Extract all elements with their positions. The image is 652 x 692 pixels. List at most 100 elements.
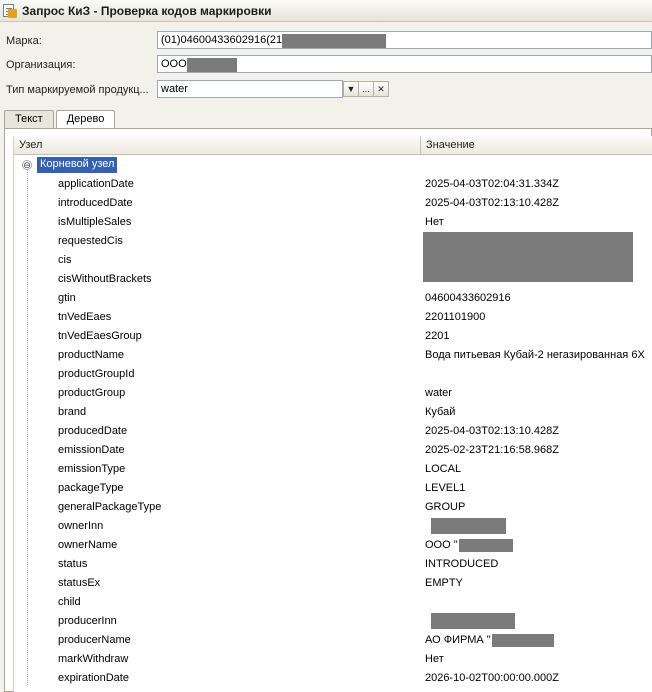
tree-row[interactable]: emissionType LOCAL: [14, 460, 652, 479]
node-name: cis: [58, 254, 72, 266]
node-value: 04600433602916: [425, 292, 511, 304]
chevron-down-icon: ▼: [346, 84, 356, 94]
node-value: АО ФИРМА ": [425, 634, 652, 647]
node-value: Вода питьевая Кубай-2 негазированная 6Х: [425, 349, 645, 361]
column-header-node[interactable]: Узел: [14, 136, 421, 155]
root-node-label: Корневой узел: [37, 157, 118, 173]
redacted-block: [431, 518, 506, 534]
node-value: 2025-04-03T02:13:10.428Z: [425, 425, 559, 437]
tree-row[interactable]: emissionDate 2025-02-23T21:16:58.968Z: [14, 441, 652, 460]
tree-row[interactable]: productGroup water: [14, 384, 652, 403]
node-name: isMultipleSales: [58, 216, 132, 228]
node-value: Нет: [425, 653, 444, 665]
node-value: water: [425, 387, 452, 399]
marka-label: Марка:: [6, 35, 42, 47]
tree-panel: Узел Значение ⊖ Корневой узел applicatio…: [4, 128, 652, 692]
tree-row[interactable]: brand Кубай: [14, 403, 652, 422]
redacted-cis-values: [423, 232, 633, 282]
tree-row[interactable]: productGroupId: [14, 365, 652, 384]
node-name: markWithdraw: [58, 653, 129, 665]
tree-row[interactable]: producerName АО ФИРМА ": [14, 631, 652, 650]
node-value: LEVEL1: [425, 482, 466, 494]
node-name: expirationDate: [58, 672, 129, 684]
node-name: productGroupId: [58, 368, 135, 380]
clear-button[interactable]: ✕: [373, 81, 389, 97]
tab-tree[interactable]: Дерево: [55, 110, 116, 130]
node-name: cisWithoutBrackets: [58, 273, 152, 285]
node-value: 2025-02-23T21:16:58.968Z: [425, 444, 559, 456]
node-value: 2201: [425, 330, 450, 342]
tree-row[interactable]: ownerInn: [14, 517, 652, 536]
column-header-value[interactable]: Значение: [421, 136, 652, 155]
close-icon: ✕: [377, 84, 385, 94]
marka-field[interactable]: (01)04600433602916(21: [157, 31, 652, 49]
tree-row[interactable]: packageType LEVEL1: [14, 479, 652, 498]
node-name: introducedDate: [58, 197, 133, 209]
node-name: ownerName: [58, 539, 118, 551]
tree-row[interactable]: tnVedEaes 2201101900: [14, 308, 652, 327]
tree-row[interactable]: generalPackageType GROUP: [14, 498, 652, 517]
node-name: brand: [58, 406, 87, 418]
tree-root-row[interactable]: ⊖ Корневой узел: [14, 156, 652, 175]
node-value: ООО ": [425, 539, 652, 552]
node-value: INTRODUCED: [425, 558, 499, 570]
tree-row[interactable]: statusEx EMPTY: [14, 574, 652, 593]
product-type-value: water: [161, 83, 188, 95]
tree-row[interactable]: child: [14, 593, 652, 612]
redacted-block: [458, 539, 513, 552]
node-value: LOCAL: [425, 463, 462, 475]
redacted-block: [431, 613, 515, 629]
node-name: tnVedEaesGroup: [58, 330, 142, 342]
window-title: Запрос КиЗ - Проверка кодов маркировки: [22, 3, 272, 18]
node-name: producerName: [58, 634, 131, 646]
node-value: EMPTY: [425, 577, 463, 589]
tree-row[interactable]: markWithdraw Нет: [14, 650, 652, 669]
tab-text[interactable]: Текст: [4, 110, 54, 129]
node-name: generalPackageType: [58, 501, 162, 513]
grid-header: Узел Значение: [14, 136, 652, 155]
tree-row[interactable]: expirationDate 2026-10-02T00:00:00.000Z: [14, 669, 652, 688]
document-request-icon: [2, 3, 18, 19]
node-name: productName: [58, 349, 125, 361]
tree-row[interactable]: introducedDate 2025-04-03T02:13:10.428Z: [14, 194, 652, 213]
node-name: packageType: [58, 482, 124, 494]
node-value: GROUP: [425, 501, 466, 513]
node-name: tnVedEaes: [58, 311, 112, 323]
window-titlebar: Запрос КиЗ - Проверка кодов маркировки: [0, 0, 652, 22]
node-name: status: [58, 558, 88, 570]
redacted-block: [282, 34, 387, 48]
tree-grid: Узел Значение ⊖ Корневой узел applicatio…: [13, 136, 652, 692]
tree-row[interactable]: gtin 04600433602916: [14, 289, 652, 308]
node-value: Кубай: [425, 406, 456, 418]
tree-row[interactable]: producedDate 2025-04-03T02:13:10.428Z: [14, 422, 652, 441]
tree-row[interactable]: tnVedEaesGroup 2201: [14, 327, 652, 346]
tree-row[interactable]: isMultipleSales Нет: [14, 213, 652, 232]
product-type-label: Тип маркируемой продукц...: [6, 84, 149, 96]
node-name: gtin: [58, 292, 76, 304]
product-type-field[interactable]: water: [157, 80, 343, 98]
tree-row[interactable]: productName Вода питьевая Кубай-2 негазир…: [14, 346, 652, 365]
node-name: child: [58, 596, 81, 608]
ellipsis-icon: ...: [362, 84, 370, 94]
node-name: emissionDate: [58, 444, 125, 456]
node-value: 2025-04-03T02:13:10.428Z: [425, 197, 559, 209]
node-value: 2026-10-02T00:00:00.000Z: [425, 672, 559, 684]
node-name: productGroup: [58, 387, 126, 399]
select-button[interactable]: ...: [358, 81, 374, 97]
node-name: producerInn: [58, 615, 117, 627]
node-value: Нет: [425, 216, 444, 228]
collapse-icon[interactable]: ⊖: [22, 160, 32, 170]
node-name: ownerInn: [58, 520, 104, 532]
org-label: Организация:: [6, 59, 76, 71]
node-value: 2025-04-03T02:04:31.334Z: [425, 178, 559, 190]
node-name: applicationDate: [58, 178, 134, 190]
tree-row[interactable]: status INTRODUCED: [14, 555, 652, 574]
org-field[interactable]: ООО: [157, 55, 652, 73]
node-name: requestedCis: [58, 235, 123, 247]
tree-row[interactable]: applicationDate 2025-04-03T02:04:31.334Z: [14, 175, 652, 194]
tree-row[interactable]: producerInn: [14, 612, 652, 631]
dropdown-button[interactable]: ▼: [343, 81, 359, 97]
org-value: ООО: [161, 58, 187, 70]
tab-bar: Текст Дерево: [4, 110, 117, 130]
tree-row[interactable]: ownerName ООО ": [14, 536, 652, 555]
